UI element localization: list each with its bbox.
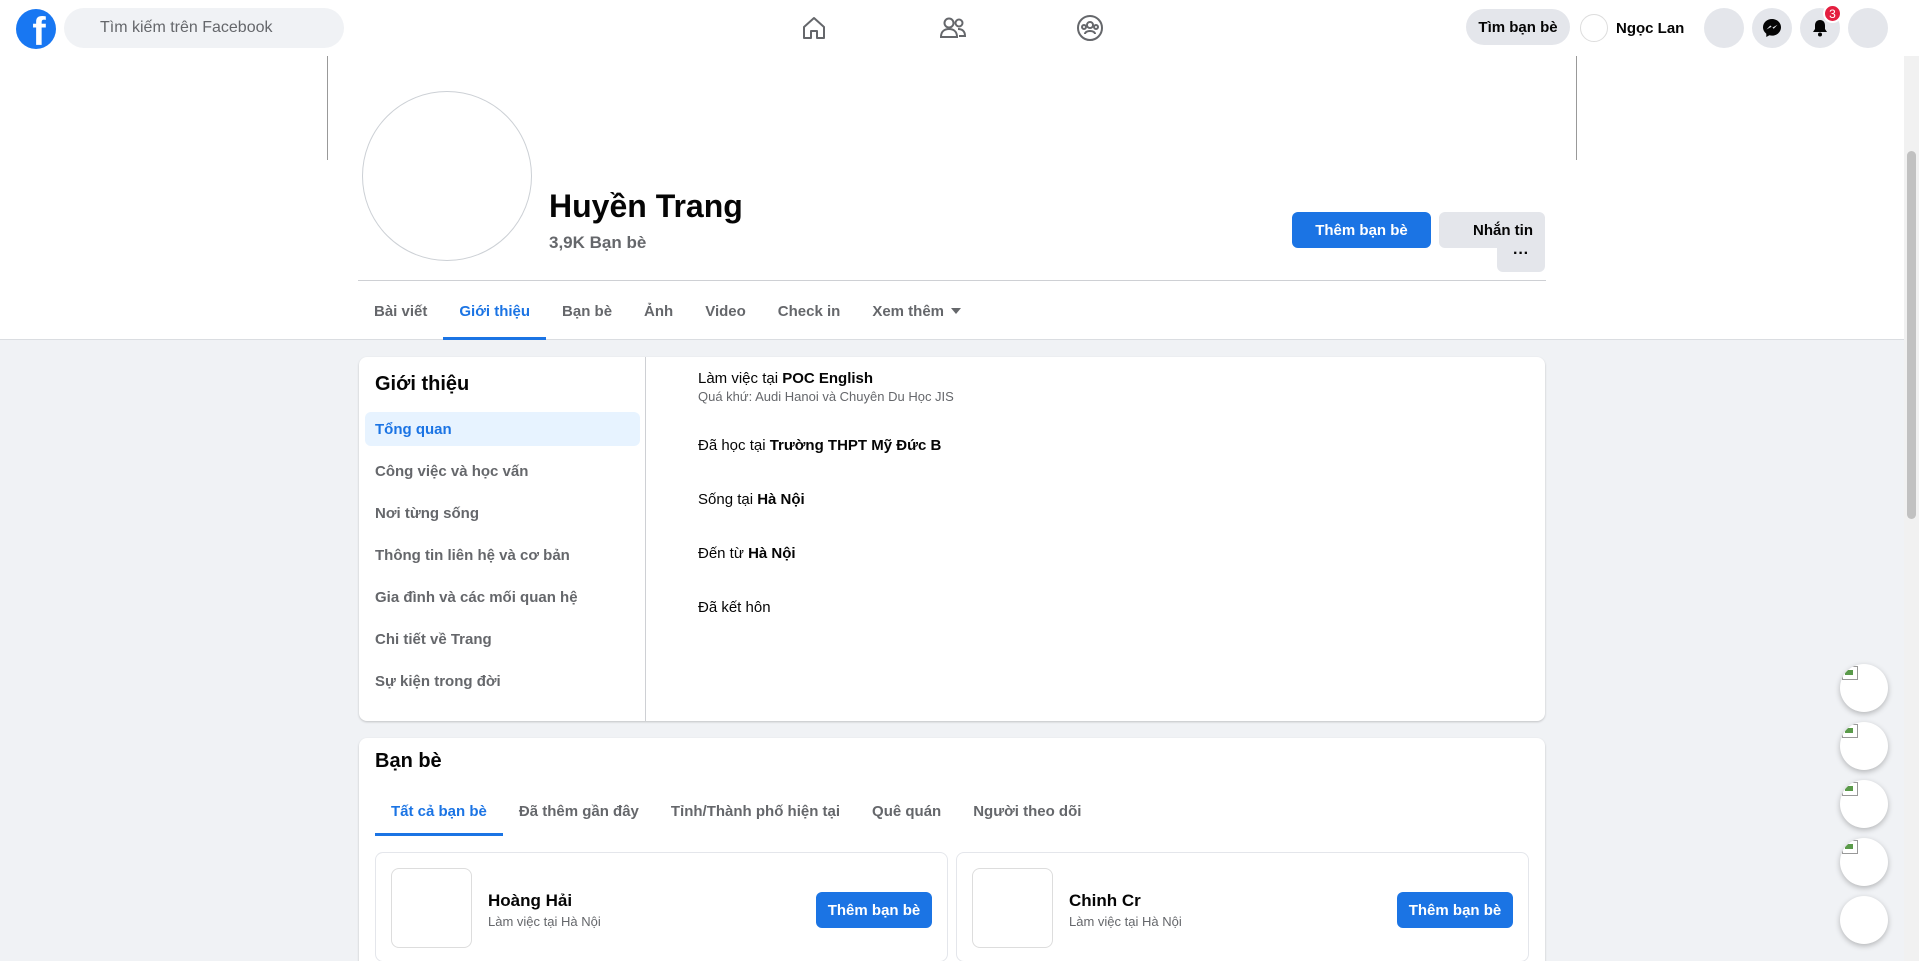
divider xyxy=(358,280,1546,281)
friend-count[interactable]: 3,9K Bạn bè xyxy=(549,233,646,253)
info-live-prefix: Sống tại xyxy=(698,491,758,508)
chat-head[interactable] xyxy=(1840,780,1888,828)
about-menu-overview[interactable]: Tổng quan xyxy=(365,412,640,446)
friends-icon[interactable] xyxy=(937,12,969,44)
friend-tile: Hoàng Hải Làm việc tại Hà Nội Thêm bạn b… xyxy=(375,852,948,961)
tab-posts[interactable]: Bài viết xyxy=(358,282,443,340)
chat-head[interactable] xyxy=(1840,722,1888,770)
info-work-past: Quá khứ: Audi Hanoi và Chuyên Du Học JIS xyxy=(698,389,954,404)
tab-friends[interactable]: Bạn bè xyxy=(546,282,628,340)
broken-image-icon xyxy=(1842,840,1858,854)
find-friends-button[interactable]: Tìm bạn bè xyxy=(1466,9,1570,45)
info-from-place[interactable]: Hà Nội xyxy=(748,545,796,562)
info-from: Đến từ Hà Nội xyxy=(698,545,796,562)
info-work: Làm việc tại POC English Quá khứ: Audi H… xyxy=(698,370,954,404)
info-study: Đã học tại Trường THPT Mỹ Đức B xyxy=(698,437,941,454)
friend-name[interactable]: Hoàng Hải xyxy=(488,891,572,911)
top-navigation-bar: f Tìm kiếm trên Facebook Tìm bạn bè Ngọc… xyxy=(0,0,1919,56)
account-button[interactable] xyxy=(1848,8,1888,48)
about-card: Giới thiệu Tổng quan Công việc và học vấ… xyxy=(359,357,1545,721)
info-live-place[interactable]: Hà Nội xyxy=(757,491,805,508)
info-relationship: Đã kết hôn xyxy=(698,599,771,616)
friend-tile: Chinh Cr Làm việc tại Hà Nội Thêm bạn bè xyxy=(956,852,1529,961)
friends-title[interactable]: Bạn bè xyxy=(375,750,442,773)
user-name: Ngọc Lan xyxy=(1616,19,1685,37)
menu-button[interactable] xyxy=(1704,8,1744,48)
friend-subtitle: Làm việc tại Hà Nội xyxy=(488,914,601,929)
more-options-button[interactable]: ··· xyxy=(1497,236,1545,272)
search-placeholder: Tìm kiếm trên Facebook xyxy=(100,19,273,36)
tab-photos[interactable]: Ảnh xyxy=(628,282,689,340)
about-menu-work-education[interactable]: Công việc và học vấn xyxy=(365,454,640,488)
tab-hometown[interactable]: Quê quán xyxy=(856,786,957,836)
about-menu-details[interactable]: Chi tiết về Trang xyxy=(365,622,640,656)
profile-header: Huyền Trang 3,9K Bạn bè Thêm bạn bè Nhắn… xyxy=(0,56,1919,340)
info-work-place[interactable]: POC English xyxy=(782,370,873,387)
info-study-place[interactable]: Trường THPT Mỹ Đức B xyxy=(770,437,942,454)
info-work-prefix: Làm việc tại xyxy=(698,370,783,387)
broken-image-icon xyxy=(1842,666,1858,680)
tab-recently-added[interactable]: Đã thêm gần đây xyxy=(503,786,655,836)
tab-video[interactable]: Video xyxy=(689,282,762,340)
groups-icon[interactable] xyxy=(1074,12,1106,44)
scrollbar-thumb[interactable] xyxy=(1907,151,1916,519)
add-friend-label: Thêm bạn bè xyxy=(1315,221,1408,239)
broken-image-icon xyxy=(1842,782,1858,796)
new-message-button[interactable] xyxy=(1840,896,1888,944)
friend-photo[interactable] xyxy=(972,868,1053,948)
info-live: Sống tại Hà Nội xyxy=(698,491,805,508)
page-scrollbar[interactable] xyxy=(1904,0,1919,961)
about-menu: Tổng quan Công việc và học vấn Nơi từng … xyxy=(365,412,640,706)
friend-photo[interactable] xyxy=(391,868,472,948)
messenger-icon xyxy=(1763,19,1781,37)
about-title: Giới thiệu xyxy=(375,373,470,395)
avatar xyxy=(1580,14,1608,42)
broken-image-icon xyxy=(1842,724,1858,738)
add-friend-button[interactable]: Thêm bạn bè xyxy=(1397,892,1513,928)
tab-current-city[interactable]: Tỉnh/Thành phố hiện tại xyxy=(655,786,856,836)
about-sidebar: Giới thiệu Tổng quan Công việc và học vấ… xyxy=(359,357,646,721)
profile-tabs: Bài viết Giới thiệu Bạn bè Ảnh Video Che… xyxy=(358,282,977,340)
add-friend-button[interactable]: Thêm bạn bè xyxy=(816,892,932,928)
tab-all-friends[interactable]: Tất cả bạn bè xyxy=(375,786,503,836)
notifications-button[interactable]: 3 xyxy=(1800,4,1842,48)
notification-badge: 3 xyxy=(1823,4,1842,23)
tab-check-in[interactable]: Check in xyxy=(762,282,857,340)
friend-name[interactable]: Chinh Cr xyxy=(1069,891,1141,911)
cover-photo-edge xyxy=(327,56,328,160)
chat-head[interactable] xyxy=(1840,664,1888,712)
about-menu-family[interactable]: Gia đình và các mối quan hệ xyxy=(365,580,640,614)
tab-followers[interactable]: Người theo dõi xyxy=(957,786,1097,836)
search-input[interactable]: Tìm kiếm trên Facebook xyxy=(64,8,344,48)
tab-see-more[interactable]: Xem thêm xyxy=(856,282,977,340)
about-menu-life-events[interactable]: Sự kiện trong đời xyxy=(365,664,640,698)
profile-name: Huyền Trang xyxy=(549,188,743,224)
tab-see-more-label: Xem thêm xyxy=(872,302,945,320)
add-friend-button[interactable]: Thêm bạn bè xyxy=(1292,212,1431,248)
profile-picture[interactable] xyxy=(362,91,532,261)
messenger-button[interactable] xyxy=(1752,8,1792,48)
chat-head[interactable] xyxy=(1840,838,1888,886)
facebook-logo[interactable]: f xyxy=(16,9,56,49)
info-from-prefix: Đến từ xyxy=(698,545,749,562)
home-icon[interactable] xyxy=(798,12,830,44)
friends-card: Bạn bè Tất cả bạn bè Đã thêm gần đây Tỉn… xyxy=(359,738,1545,961)
friend-subtitle: Làm việc tại Hà Nội xyxy=(1069,914,1182,929)
tab-about[interactable]: Giới thiệu xyxy=(443,282,546,340)
about-menu-places-lived[interactable]: Nơi từng sống xyxy=(365,496,640,530)
profile-shortcut[interactable]: Ngọc Lan xyxy=(1580,12,1684,44)
cover-photo-edge xyxy=(1576,56,1577,160)
caret-down-icon xyxy=(951,308,962,314)
info-study-prefix: Đã học tại xyxy=(698,437,770,454)
friends-tabs: Tất cả bạn bè Đã thêm gần đây Tỉnh/Thành… xyxy=(375,786,1097,836)
about-menu-contact-basic[interactable]: Thông tin liên hệ và cơ bản xyxy=(365,538,640,572)
